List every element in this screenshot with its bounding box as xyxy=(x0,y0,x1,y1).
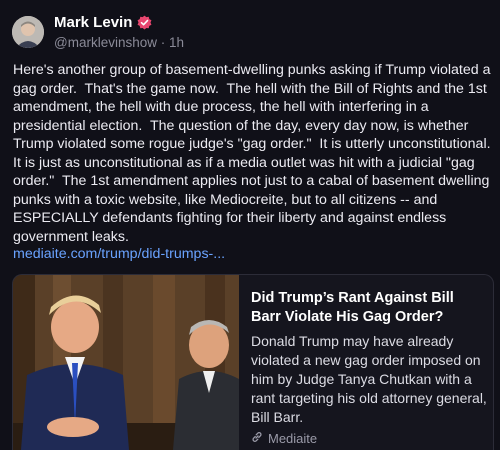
post-text: Here's another group of basement-dwellin… xyxy=(13,62,499,245)
card-source: Mediaite xyxy=(251,431,317,446)
avatar[interactable] xyxy=(12,16,44,48)
card-source-name: Mediaite xyxy=(268,431,318,446)
timestamp[interactable]: 1h xyxy=(169,35,184,50)
link-icon xyxy=(251,431,263,446)
post-link[interactable]: mediaite.com/trump/did-trumps-... xyxy=(13,246,225,262)
card-title[interactable]: Did Trump’s Rant Against Bill Barr Viola… xyxy=(251,289,487,327)
card-thumbnail-image xyxy=(13,275,239,450)
author-display-name[interactable]: Mark Levin xyxy=(54,14,132,31)
post: Mark Levin @marklevinshow · 1h Here's an… xyxy=(0,0,500,450)
card-description: Donald Trump may have already violated a… xyxy=(251,333,487,425)
separator: · xyxy=(160,35,166,50)
author-handle-row: @marklevinshow · 1h xyxy=(54,35,184,50)
link-preview-card[interactable]: Did Trump’s Rant Against Bill Barr Viola… xyxy=(12,274,494,450)
author-handle[interactable]: @marklevinshow xyxy=(54,35,157,50)
verified-badge-icon xyxy=(137,15,152,30)
author-name-row: Mark Levin xyxy=(54,14,152,31)
